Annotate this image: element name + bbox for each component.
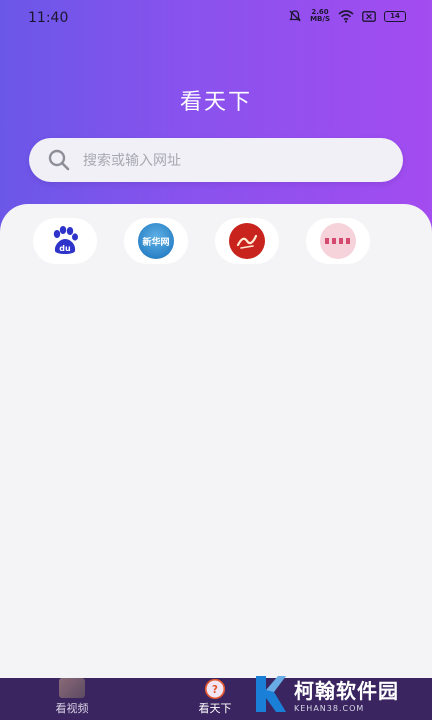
sim-icon bbox=[362, 10, 376, 22]
pink-site-mark bbox=[325, 238, 351, 244]
baidu-paw-icon: du bbox=[53, 226, 78, 254]
world-icon: ? bbox=[204, 678, 226, 700]
kehan-logo-icon bbox=[256, 676, 286, 712]
status-icons: 2.60 MB/S 14 bbox=[288, 9, 406, 23]
tab-world-label: 看天下 bbox=[198, 702, 232, 715]
xuexi-brush-mark bbox=[236, 234, 258, 249]
shortcut-baidu[interactable]: du bbox=[33, 218, 97, 264]
battery-icon: 14 bbox=[384, 10, 406, 22]
bell-muted-icon bbox=[289, 10, 301, 22]
pink-site-logo bbox=[320, 223, 356, 259]
shortcut-row: du 新华网 bbox=[33, 218, 370, 264]
watermark: 柯翰软件园 KEHAN38.COM bbox=[252, 668, 432, 720]
net-speed-unit: MB/S bbox=[310, 15, 330, 23]
tab-video[interactable]: 看视频 bbox=[22, 678, 122, 720]
svg-text:?: ? bbox=[212, 685, 218, 696]
tab-video-label: 看视频 bbox=[55, 702, 89, 715]
search-input[interactable]: 搜索或输入网址 bbox=[29, 138, 403, 182]
status-time: 11:40 bbox=[28, 10, 69, 26]
baidu-logo-text: du bbox=[59, 244, 71, 253]
shortcut-pink-site[interactable] bbox=[306, 218, 370, 264]
wifi-icon bbox=[338, 10, 354, 23]
content-panel bbox=[0, 204, 432, 680]
search-icon bbox=[48, 149, 70, 171]
page-title: 看天下 bbox=[179, 90, 252, 115]
xuexi-logo bbox=[229, 223, 265, 259]
status-bar: 11:40 2.60 MB/S 14 bbox=[0, 0, 432, 36]
net-speed: 2.60 MB/S bbox=[310, 9, 330, 23]
xinhuanet-logo: 新华网 bbox=[138, 223, 174, 259]
tab-world[interactable]: ? 看天下 bbox=[165, 678, 265, 720]
watermark-text: 柯翰软件园 KEHAN38.COM bbox=[294, 675, 399, 713]
shortcut-xinhua[interactable]: 新华网 bbox=[124, 218, 188, 264]
watermark-cn: 柯翰软件园 bbox=[294, 679, 399, 703]
watermark-en: KEHAN38.COM bbox=[294, 704, 365, 713]
search-placeholder: 搜索或输入网址 bbox=[83, 153, 181, 169]
shortcut-xuexi[interactable] bbox=[215, 218, 279, 264]
video-icon bbox=[59, 678, 85, 698]
